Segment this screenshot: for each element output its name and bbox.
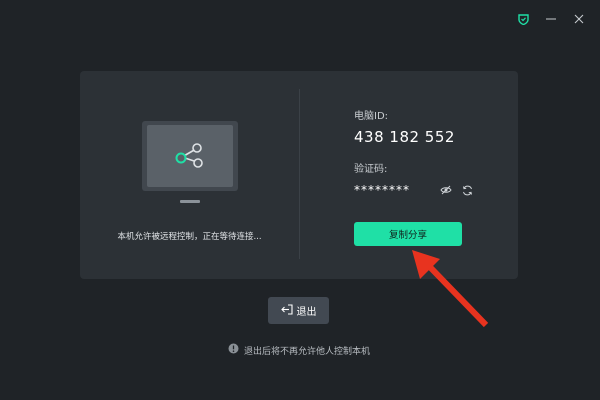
exit-notice: 退出后将不再允许他人控制本机 — [228, 343, 370, 357]
device-id-value: 438 182 552 — [354, 128, 455, 146]
copy-share-button[interactable]: 复制分享 — [354, 222, 462, 246]
exit-icon — [280, 303, 293, 318]
verification-code-label: 验证码: — [354, 164, 388, 175]
monitor-share-icon — [142, 121, 238, 205]
exit-button-label: 退出 — [296, 307, 317, 318]
window-controls — [516, 12, 586, 26]
exit-button[interactable]: 退出 — [268, 297, 329, 324]
eye-hidden-icon[interactable] — [440, 184, 452, 196]
verification-code-value: ******** — [354, 183, 410, 197]
panel-divider — [299, 89, 300, 259]
connection-info: 电脑ID: 438 182 552 验证码: ******** — [354, 107, 504, 197]
refresh-icon[interactable] — [461, 184, 473, 196]
minimize-icon[interactable] — [544, 12, 558, 26]
red-arrow-annotation — [400, 245, 495, 339]
close-icon[interactable] — [572, 12, 586, 26]
waiting-status-text: 本机允许被远程控制，正在等待连接... — [117, 232, 262, 242]
device-id-label: 电脑ID: — [354, 111, 389, 122]
verification-code-row: ******** — [354, 183, 504, 197]
exit-notice-text: 退出后将不再允许他人控制本机 — [244, 346, 371, 357]
pin-icon[interactable] — [516, 12, 530, 26]
info-icon — [228, 343, 239, 357]
